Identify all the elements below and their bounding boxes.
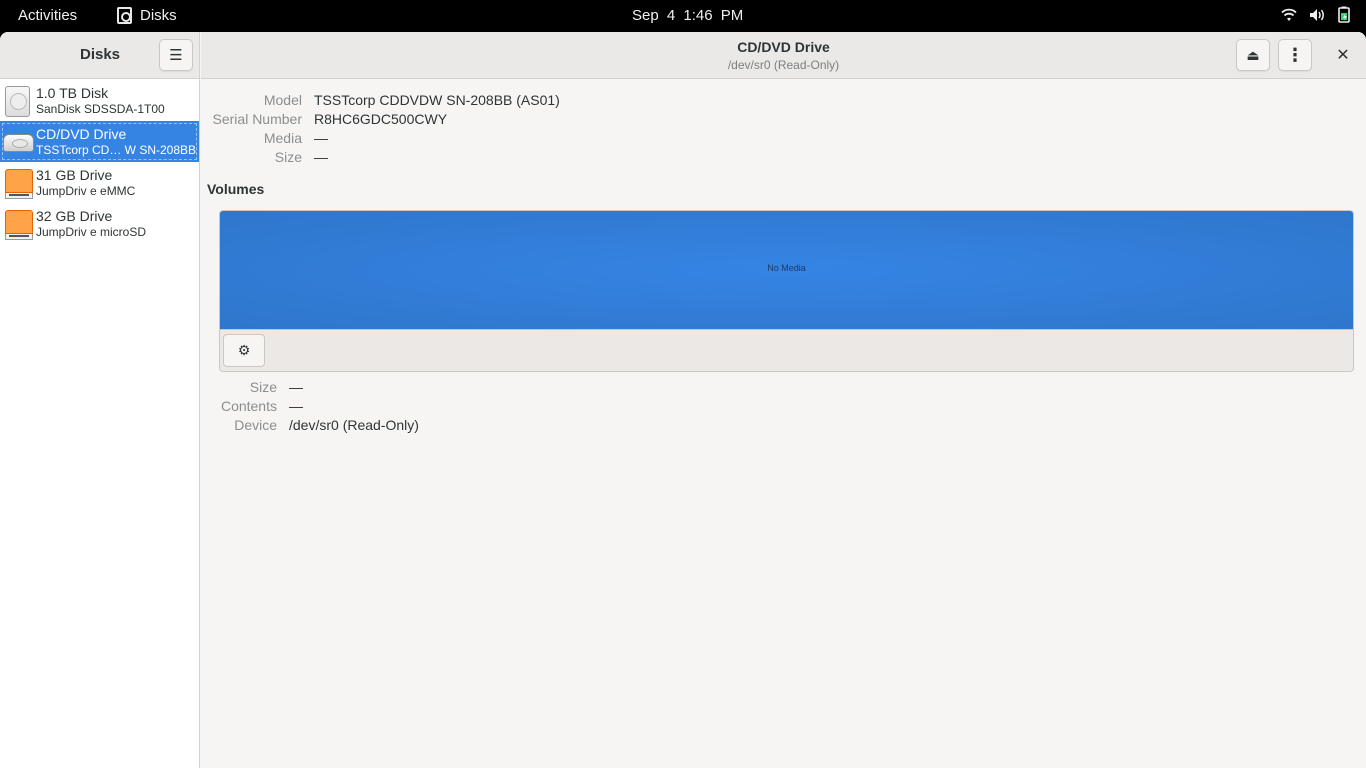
disk-name: 1.0 TB Disk xyxy=(36,84,109,101)
disk-item-32gb[interactable]: 32 GB Drive JumpDriv e microSD xyxy=(0,203,199,244)
volumes-map: No Media ⚙ xyxy=(219,210,1354,372)
usb-drive-icon xyxy=(5,168,33,199)
volumes-heading: Volumes xyxy=(207,181,265,197)
contents-label: Contents xyxy=(220,398,277,414)
drive-subtitle: /dev/sr0 (Read-Only) xyxy=(727,58,840,72)
disk-name: 32 GB Drive xyxy=(36,207,113,224)
volume-size-label: Size xyxy=(249,379,277,395)
sidebar: Disks ☰ 1.0 TB Disk SanDisk SDSSDA-1T00 … xyxy=(0,32,200,768)
usb-drive-icon xyxy=(5,209,33,240)
app-menu-label: Disks xyxy=(140,7,177,24)
model-label: Model xyxy=(263,92,302,108)
header-bar: CD/DVD Drive /dev/sr0 (Read-Only) ⏏ ⋮ ✕ xyxy=(201,32,1366,79)
volume-info: Size — Contents — Device/dev/sr0 (Read-Onl… xyxy=(219,378,419,435)
disk-name: 31 GB Drive xyxy=(36,166,113,183)
close-icon: ✕ xyxy=(1336,47,1350,64)
disk-subtitle: TSSTcorp CD… W SN-208BB xyxy=(36,142,197,157)
volume-segment[interactable]: No Media xyxy=(220,211,1353,330)
drive-title: CD/DVD Drive xyxy=(737,39,830,55)
contents-value: — xyxy=(289,398,303,414)
hamburger-menu-icon: ☰ xyxy=(169,47,183,64)
media-label: Media xyxy=(263,130,302,146)
serial-value: R8HC6GDC500CWY xyxy=(314,111,448,127)
drive-details: Model TSSTcorp CDDVDW SN-208BB (AS01) Ser… xyxy=(201,80,1366,768)
sidebar-header: Disks ☰ xyxy=(0,32,199,79)
volume-options-button[interactable]: ⚙ xyxy=(223,334,265,367)
hard-disk-icon xyxy=(5,85,30,117)
clock[interactable]: Sep 4 1:46 PM xyxy=(632,7,743,24)
disks-app-icon xyxy=(117,7,132,24)
kebab-menu-icon: ⋮ xyxy=(1286,44,1304,65)
size-value: — xyxy=(314,149,328,165)
eject-button[interactable]: ⏏ xyxy=(1236,39,1270,71)
battery-charging-icon xyxy=(1338,6,1350,27)
disk-subtitle: JumpDriv e eMMC xyxy=(36,183,136,198)
serial-label: Serial Number xyxy=(212,111,302,127)
system-status-area[interactable] xyxy=(1281,6,1350,27)
disk-name: CD/DVD Drive xyxy=(36,125,127,142)
optical-drive-icon xyxy=(3,133,34,152)
gears-icon: ⚙ xyxy=(237,342,251,358)
disk-item-31gb[interactable]: 31 GB Drive JumpDriv e eMMC xyxy=(0,162,199,203)
close-button[interactable]: ✕ xyxy=(1328,40,1358,70)
activities-button[interactable]: Activities xyxy=(18,7,77,24)
wifi-icon xyxy=(1281,8,1297,26)
volume-size-value: — xyxy=(289,379,303,395)
disk-subtitle: SanDisk SDSSDA-1T00 xyxy=(36,101,165,116)
drive-info: Model TSSTcorp CDDVDW SN-208BB (AS01) Ser… xyxy=(207,91,560,167)
app-menu[interactable]: Disks xyxy=(117,7,177,24)
main-menu-button[interactable]: ☰ xyxy=(159,39,193,71)
disks-window: Disks ☰ 1.0 TB Disk SanDisk SDSSDA-1T00 … xyxy=(0,32,1366,768)
eject-icon: ⏏ xyxy=(1246,46,1260,63)
device-label: Device xyxy=(234,417,277,433)
media-value: — xyxy=(314,130,328,146)
disk-list: 1.0 TB Disk SanDisk SDSSDA-1T00 CD/DVD D… xyxy=(0,80,199,244)
model-value: TSSTcorp CDDVDW SN-208BB (AS01) xyxy=(314,92,560,108)
disk-item-1tb[interactable]: 1.0 TB Disk SanDisk SDSSDA-1T00 xyxy=(0,80,199,121)
volume-icon xyxy=(1309,8,1326,26)
device-value: /dev/sr0 (Read-Only) xyxy=(289,417,419,433)
no-media-label: No Media xyxy=(767,263,806,273)
disk-item-cd-dvd[interactable]: CD/DVD Drive TSSTcorp CD… W SN-208BB xyxy=(0,121,199,162)
drive-options-button[interactable]: ⋮ xyxy=(1278,39,1312,71)
disk-subtitle: JumpDriv e microSD xyxy=(36,224,147,239)
top-bar: Activities Disks Sep 4 1:46 PM xyxy=(0,0,1366,32)
size-label: Size xyxy=(274,149,302,165)
